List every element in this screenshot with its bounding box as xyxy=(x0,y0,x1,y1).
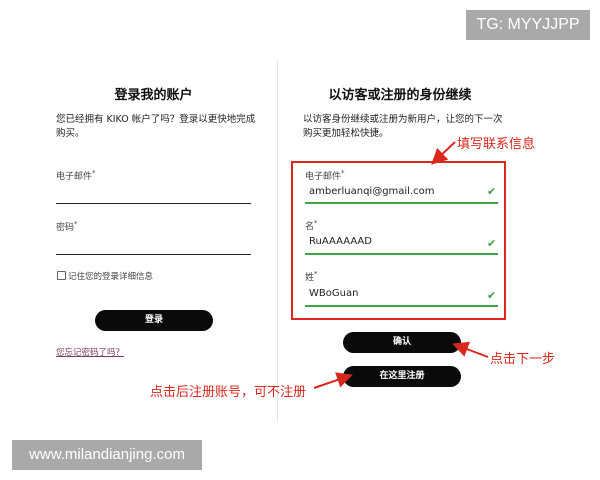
annotation-arrows xyxy=(313,141,489,389)
arrow-register xyxy=(313,372,353,389)
arrow-click-next xyxy=(452,341,489,358)
arrow-fill-contact xyxy=(431,141,456,165)
